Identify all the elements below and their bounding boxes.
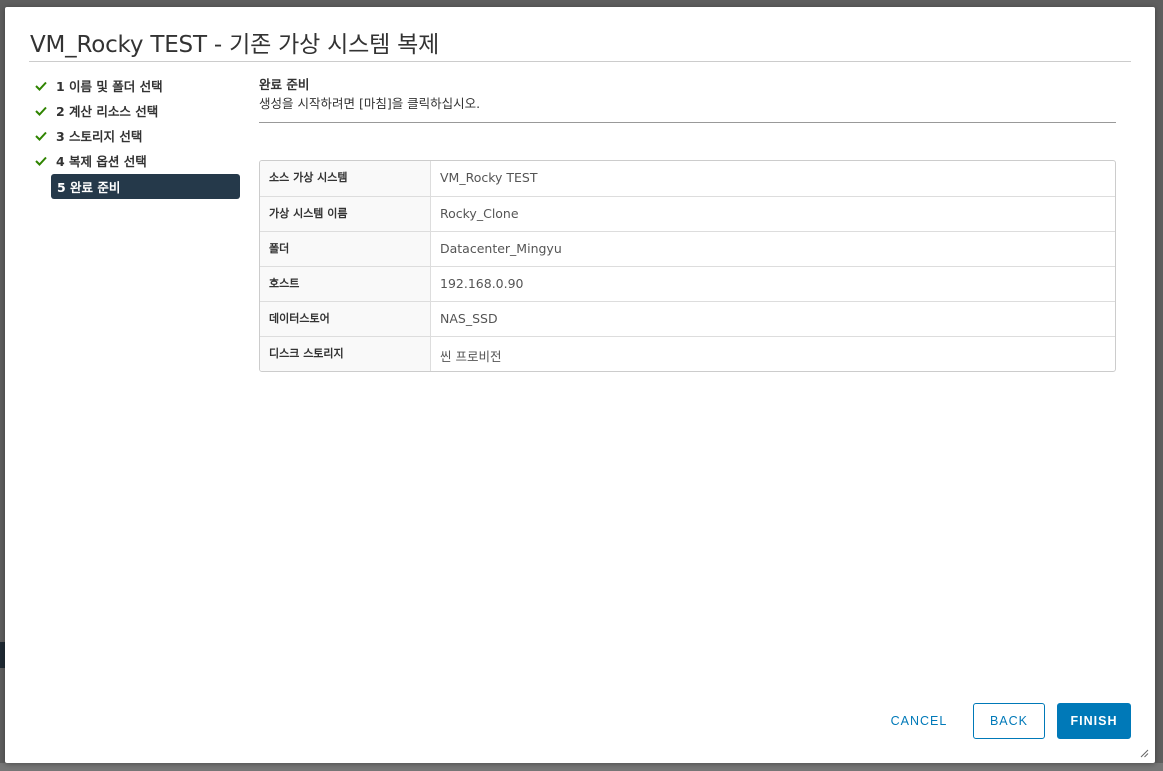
cancel-button[interactable]: CANCEL	[875, 703, 963, 739]
row-key: 가상 시스템 이름	[260, 197, 431, 231]
checkmark-icon	[35, 106, 56, 116]
title-divider	[29, 61, 1131, 62]
wizard-steps: 1 이름 및 폴더 선택 2 계산 리소스 선택 3 스토리지 선택 4 복제 …	[35, 73, 241, 199]
row-value: Rocky_Clone	[440, 206, 519, 221]
table-row: 호스트 192.168.0.90	[260, 266, 1115, 301]
background-strip	[0, 763, 1163, 771]
row-value: NAS_SSD	[440, 311, 498, 326]
step-5-active[interactable]: 5 완료 준비	[51, 174, 240, 199]
dialog-title: VM_Rocky TEST - 기존 가상 시스템 복제	[30, 32, 440, 58]
row-key: 호스트	[260, 267, 431, 301]
table-row: 소스 가상 시스템 VM_Rocky TEST	[260, 161, 1115, 196]
back-button[interactable]: BACK	[973, 703, 1045, 739]
section-title: 완료 준비	[259, 77, 310, 92]
step-content: 완료 준비 생성을 시작하려면 [마침]을 클릭하십시오.	[259, 75, 1117, 123]
row-key: 데이터스토어	[260, 302, 431, 336]
table-row: 가상 시스템 이름 Rocky_Clone	[260, 196, 1115, 231]
step-3[interactable]: 3 스토리지 선택	[35, 123, 241, 148]
step-label: 1 이름 및 폴더 선택	[56, 79, 163, 94]
step-label: 3 스토리지 선택	[56, 129, 143, 144]
table-row: 데이터스토어 NAS_SSD	[260, 301, 1115, 336]
step-label: 4 복제 옵션 선택	[56, 154, 147, 169]
row-key: 디스크 스토리지	[260, 337, 431, 371]
section-description: 생성을 시작하려면 [마침]을 클릭하십시오.	[259, 96, 481, 111]
summary-table: 소스 가상 시스템 VM_Rocky TEST 가상 시스템 이름 Rocky_…	[259, 160, 1116, 372]
table-row: 디스크 스토리지 씬 프로비전	[260, 336, 1115, 371]
row-key: 폴더	[260, 232, 431, 266]
step-4[interactable]: 4 복제 옵션 선택	[35, 148, 241, 173]
section-divider	[259, 122, 1116, 123]
finish-button[interactable]: FINISH	[1057, 703, 1131, 739]
row-value: Datacenter_Mingyu	[440, 241, 562, 256]
row-value: VM_Rocky TEST	[440, 170, 538, 185]
table-row: 폴더 Datacenter_Mingyu	[260, 231, 1115, 266]
step-label: 5 완료 준비	[57, 180, 121, 195]
clone-wizard-dialog: VM_Rocky TEST - 기존 가상 시스템 복제 1 이름 및 폴더 선…	[5, 7, 1155, 763]
checkmark-icon	[35, 131, 56, 141]
checkmark-icon	[35, 81, 56, 91]
step-1[interactable]: 1 이름 및 폴더 선택	[35, 73, 241, 98]
checkmark-icon	[35, 156, 56, 166]
row-value: 씬 프로비전	[440, 349, 502, 364]
resize-handle-icon[interactable]	[1140, 749, 1149, 758]
row-key: 소스 가상 시스템	[260, 161, 431, 196]
row-value: 192.168.0.90	[440, 276, 524, 291]
step-2[interactable]: 2 계산 리소스 선택	[35, 98, 241, 123]
step-label: 2 계산 리소스 선택	[56, 104, 159, 119]
